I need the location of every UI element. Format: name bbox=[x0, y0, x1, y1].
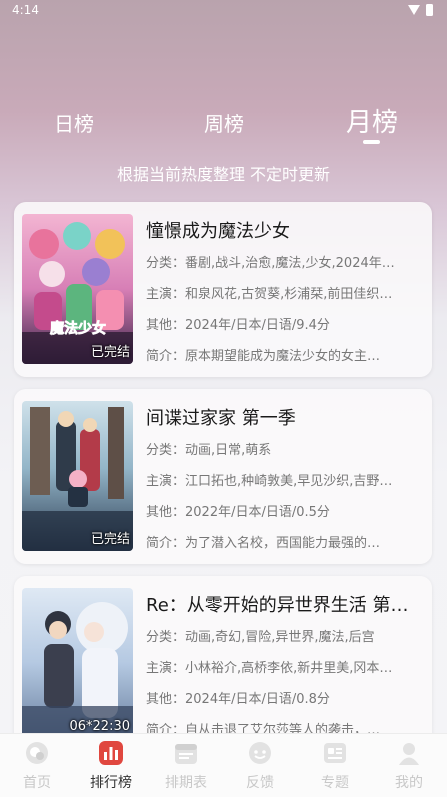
tab-weekly[interactable]: 周榜 bbox=[204, 108, 244, 137]
tab-indicator bbox=[363, 140, 380, 144]
anime-card-1[interactable]: 魔法少女 已完结 憧憬成为魔法少女 分类：番剧,战斗,治愈,魔法,少女,2024… bbox=[14, 202, 432, 377]
anime-other: 其他：2024年/日本/日语/0.8分 bbox=[146, 692, 330, 705]
anime-title: 间谍过家家 第一季 bbox=[146, 408, 296, 429]
battery-icon bbox=[426, 4, 433, 16]
anime-category: 分类：番剧,战斗,治愈,魔法,少女,2024年… bbox=[146, 256, 395, 269]
poster-logo-text: 魔法少女 bbox=[50, 320, 106, 337]
nav-label: 排期表 bbox=[165, 775, 207, 791]
bottom-nav: 首页 排行榜 排期表 反馈 专题 我的 bbox=[0, 733, 447, 797]
status-icons bbox=[408, 4, 433, 16]
anime-card-3[interactable]: 06*22:30 Re：从零开始的异世界生活 第… 分类：动画,奇幻,冒险,异世… bbox=[14, 576, 432, 751]
nav-label: 排行榜 bbox=[90, 775, 132, 791]
poster-image: 已完结 bbox=[22, 401, 133, 551]
anime-card-2[interactable]: 已完结 间谍过家家 第一季 分类：动画,日常,萌系 主演：江口拓也,种崎敦美,早… bbox=[14, 389, 432, 564]
anime-title: 憧憬成为魔法少女 bbox=[146, 221, 290, 242]
calendar-icon bbox=[175, 744, 197, 764]
card-info: 憧憬成为魔法少女 分类：番剧,战斗,治愈,魔法,少女,2024年… 主演：和泉风… bbox=[146, 217, 424, 376]
nav-ranking[interactable]: 排行榜 bbox=[74, 740, 148, 792]
anime-other: 其他：2024年/日本/日语/9.4分 bbox=[146, 318, 330, 331]
anime-category: 分类：动画,日常,萌系 bbox=[146, 443, 272, 456]
ranking-icon bbox=[99, 741, 123, 765]
wifi-icon bbox=[408, 5, 420, 15]
nav-feedback[interactable]: 反馈 bbox=[223, 740, 297, 792]
status-badge: 已完结 bbox=[90, 345, 130, 360]
status-bar: 4:14 bbox=[0, 0, 447, 22]
nav-label: 反馈 bbox=[246, 775, 274, 791]
anime-summary: 简介：原本期望能成为魔法少女的女主… bbox=[146, 349, 381, 362]
anime-cast: 主演：江口拓也,种崎敦美,早见沙织,吉野… bbox=[146, 474, 393, 487]
poster-image: 魔法少女 已完结 bbox=[22, 214, 133, 364]
topic-icon bbox=[324, 743, 346, 763]
nav-label: 专题 bbox=[321, 775, 349, 791]
nav-topics[interactable]: 专题 bbox=[298, 740, 372, 792]
anime-cast: 主演：和泉风花,古贺葵,杉浦栞,前田佳织… bbox=[146, 287, 393, 300]
anime-title: Re：从零开始的异世界生活 第… bbox=[146, 595, 409, 616]
profile-icon bbox=[399, 743, 419, 765]
anime-category: 分类：动画,奇幻,冒险,异世界,魔法,后宫 bbox=[146, 630, 375, 643]
nav-profile[interactable]: 我的 bbox=[372, 740, 446, 792]
page-subtitle: 根据当前热度整理 不定时更新 bbox=[116, 165, 331, 184]
nav-label: 我的 bbox=[395, 775, 423, 791]
status-time: 4:14 bbox=[12, 3, 39, 17]
home-icon bbox=[26, 742, 48, 764]
card-info: Re：从零开始的异世界生活 第… 分类：动画,奇幻,冒险,异世界,魔法,后宫 主… bbox=[146, 591, 424, 750]
anime-other: 其他：2022年/日本/日语/0.5分 bbox=[146, 505, 330, 518]
nav-label: 首页 bbox=[23, 775, 51, 791]
nav-schedule[interactable]: 排期表 bbox=[149, 740, 223, 792]
feedback-icon bbox=[249, 742, 271, 764]
anime-summary: 简介：为了潜入名校，西国能力最强的… bbox=[146, 536, 381, 549]
poster-image: 06*22:30 bbox=[22, 588, 133, 738]
status-badge: 已完结 bbox=[90, 532, 130, 547]
ranking-tabs: 日榜 周榜 月榜 bbox=[0, 100, 447, 150]
tab-daily[interactable]: 日榜 bbox=[54, 108, 94, 137]
nav-home[interactable]: 首页 bbox=[0, 740, 74, 792]
status-badge: 06*22:30 bbox=[69, 719, 130, 734]
anime-cast: 主演：小林裕介,高桥李依,新井里美,冈本… bbox=[146, 661, 393, 674]
tab-monthly[interactable]: 月榜 bbox=[346, 102, 398, 139]
card-info: 间谍过家家 第一季 分类：动画,日常,萌系 主演：江口拓也,种崎敦美,早见沙织,… bbox=[146, 404, 424, 563]
